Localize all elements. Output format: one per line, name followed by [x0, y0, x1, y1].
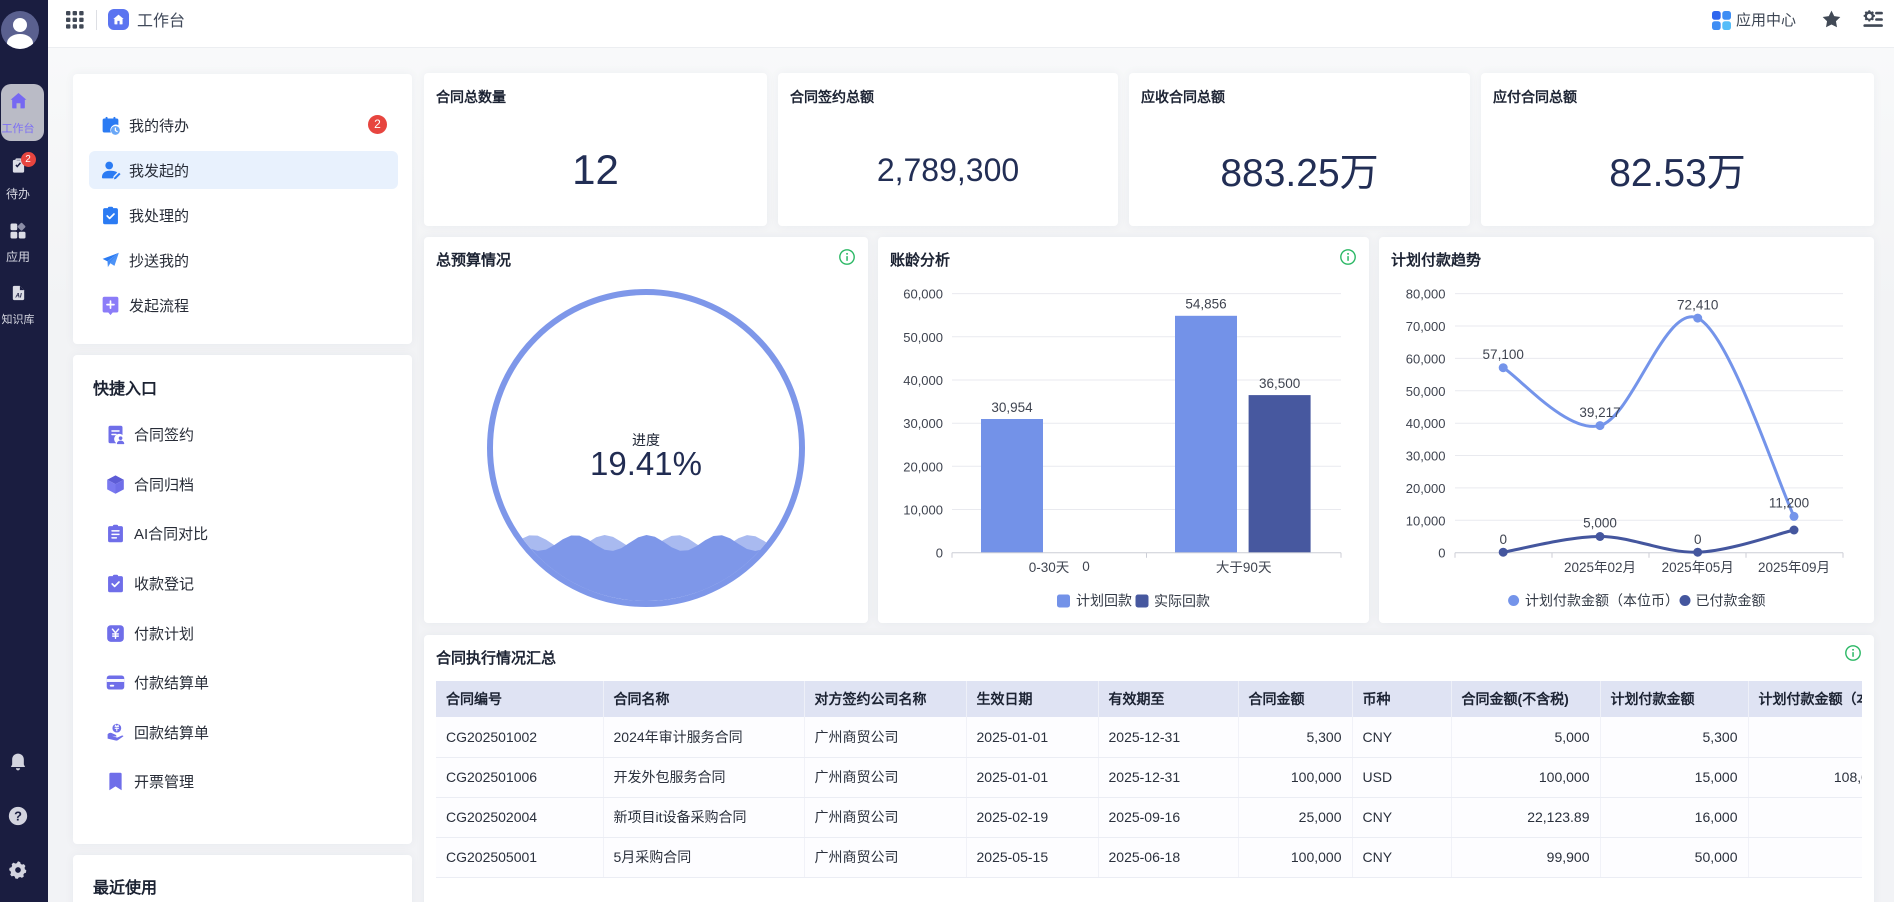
svg-text:20,000: 20,000: [1406, 481, 1446, 496]
svg-text:11,200: 11,200: [1769, 496, 1809, 511]
svg-text:30,954: 30,954: [991, 400, 1033, 415]
svg-text:19.41%: 19.41%: [590, 445, 702, 482]
svg-text:实际回款: 实际回款: [1154, 593, 1210, 609]
svg-text:57,100: 57,100: [1483, 347, 1524, 362]
svg-text:已付款金额: 已付款金额: [1696, 593, 1766, 609]
svg-text:0: 0: [1694, 532, 1702, 547]
svg-text:40,000: 40,000: [903, 373, 943, 388]
svg-text:54,856: 54,856: [1185, 297, 1226, 312]
svg-text:50,000: 50,000: [903, 330, 943, 345]
svg-text:10,000: 10,000: [903, 503, 943, 518]
svg-text:2025年05月: 2025年05月: [1662, 560, 1734, 575]
svg-text:40,000: 40,000: [1406, 416, 1446, 431]
svg-text:计划付款金额（本位币）: 计划付款金额（本位币）: [1525, 593, 1679, 609]
svg-text:计划回款: 计划回款: [1076, 593, 1132, 609]
svg-text:AI: AI: [14, 292, 22, 299]
svg-text:60,000: 60,000: [1406, 351, 1446, 366]
svg-text:大于90天: 大于90天: [1216, 560, 1272, 575]
svg-text:0: 0: [936, 546, 943, 561]
svg-text:?: ?: [14, 809, 22, 824]
svg-text:2025年09月: 2025年09月: [1758, 560, 1830, 575]
svg-text:2025年02月: 2025年02月: [1564, 560, 1636, 575]
svg-text:72,410: 72,410: [1677, 298, 1718, 313]
svg-text:36,500: 36,500: [1259, 376, 1300, 391]
svg-text:10,000: 10,000: [1406, 513, 1446, 528]
svg-text:5,000: 5,000: [1583, 516, 1617, 531]
svg-text:0: 0: [1082, 559, 1090, 574]
svg-text:80,000: 80,000: [1406, 287, 1446, 302]
svg-text:20,000: 20,000: [903, 459, 943, 474]
svg-text:50,000: 50,000: [1406, 384, 1446, 399]
svg-text:39,217: 39,217: [1579, 405, 1620, 420]
svg-text:60,000: 60,000: [903, 287, 943, 302]
svg-text:30,000: 30,000: [1406, 449, 1446, 464]
svg-text:0-30天: 0-30天: [1029, 560, 1070, 575]
svg-text:30,000: 30,000: [903, 416, 943, 431]
svg-text:0: 0: [1499, 532, 1507, 547]
svg-text:0: 0: [1438, 546, 1445, 561]
svg-text:70,000: 70,000: [1406, 319, 1446, 334]
